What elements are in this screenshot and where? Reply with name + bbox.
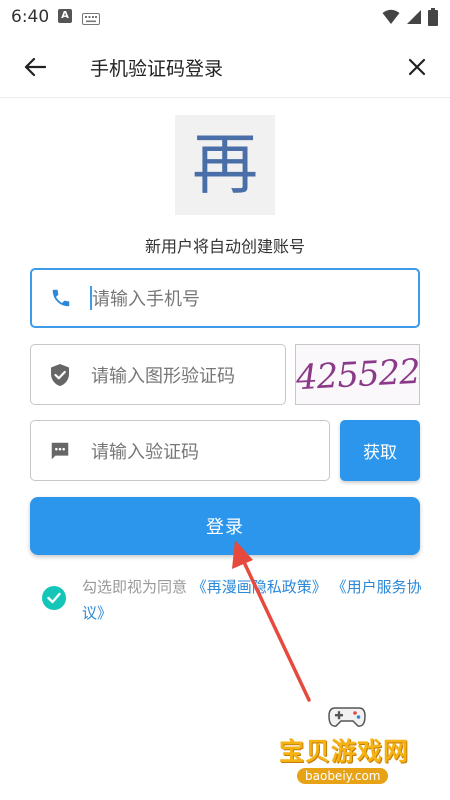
watermark: 宝贝游戏网 baobeiy.com <box>275 700 425 795</box>
notification-a-icon: A <box>58 9 72 23</box>
signal-icon <box>406 9 422 29</box>
captcha-image[interactable]: 425522 <box>295 344 420 405</box>
phone-icon <box>48 285 74 311</box>
phone-placeholder: 请输入手机号 <box>92 289 200 310</box>
logo-char: 再 <box>192 126 258 203</box>
sms-code-input[interactable]: 请输入验证码 <box>30 420 330 481</box>
close-icon <box>408 58 426 76</box>
captcha-input[interactable]: 请输入图形验证码 <box>30 344 286 405</box>
arrow-left-icon <box>24 57 46 77</box>
app-bar: 手机验证码登录 <box>0 34 450 98</box>
captcha-image-text: 425522 <box>295 351 420 398</box>
battery-icon <box>428 8 438 30</box>
wifi-icon <box>382 9 400 29</box>
status-bar: 6:40 A <box>0 0 450 34</box>
agreement-text: 勾选即视为同意 《再漫画隐私政策》 《用户服务协议》 <box>82 574 422 626</box>
captcha-placeholder: 请输入图形验证码 <box>91 365 235 387</box>
close-button[interactable] <box>402 52 432 82</box>
agreement-checkbox[interactable] <box>42 586 66 610</box>
page-title: 手机验证码登录 <box>90 58 224 80</box>
check-icon <box>47 592 61 604</box>
privacy-policy-link[interactable]: 《再漫画隐私政策》 <box>192 578 327 596</box>
watermark-title: 宝贝游戏网 <box>279 737 410 766</box>
keyboard-icon <box>82 10 100 29</box>
app-logo: 再 <box>175 115 275 215</box>
watermark-domain: baobeiy.com <box>297 768 389 784</box>
back-button[interactable] <box>20 52 50 82</box>
login-button[interactable]: 登录 <box>30 497 420 555</box>
auto-register-note: 新用户将自动创建账号 <box>144 237 305 256</box>
shield-check-icon <box>47 362 73 388</box>
sms-code-placeholder: 请输入验证码 <box>91 441 199 463</box>
get-code-button[interactable]: 获取 <box>340 420 420 481</box>
phone-input[interactable]: 请输入手机号 <box>30 268 420 328</box>
agreement-prefix: 勾选即视为同意 <box>82 578 192 596</box>
gamepad-icon <box>328 707 366 727</box>
status-time: 6:40 <box>11 7 50 27</box>
message-icon <box>47 438 73 464</box>
